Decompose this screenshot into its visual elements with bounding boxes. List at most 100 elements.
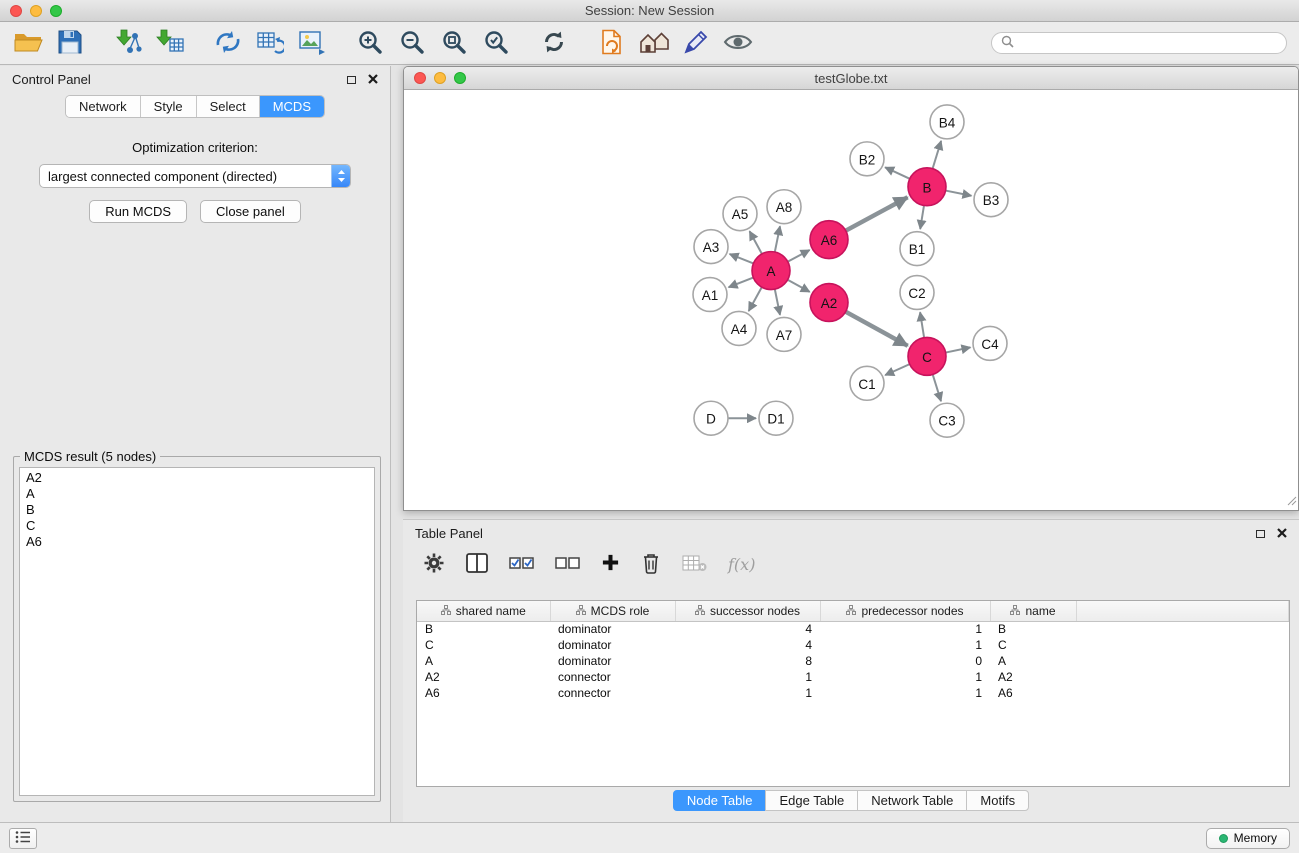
graph-node-label-A: A	[767, 264, 776, 279]
network-minimize-button[interactable]	[434, 72, 446, 84]
apply-style-button[interactable]	[680, 26, 712, 60]
column-header-predecessor-nodes[interactable]: predecessor nodes	[820, 601, 990, 621]
graph-edge-B-B4[interactable]	[933, 141, 942, 169]
graph-node-label-A8: A8	[776, 200, 793, 215]
search-field[interactable]	[991, 32, 1287, 54]
select-all-rows-button[interactable]	[509, 551, 534, 577]
close-panel-button[interactable]: Close panel	[200, 200, 301, 223]
table-settings-button[interactable]	[423, 551, 445, 577]
optimization-select[interactable]: largest connected component (directed)	[39, 164, 351, 188]
graph-edge-A6-B[interactable]	[846, 197, 908, 230]
cell-predecessor-nodes: 1	[820, 685, 990, 701]
graph-edge-B-B2[interactable]	[885, 167, 910, 178]
network-graph[interactable]: B4B2BB3A5A8A6B1A3AC2A1A2A4A7CC4C1C3DD1	[404, 90, 1298, 510]
graph-edge-C-C4[interactable]	[946, 347, 971, 352]
eye-icon	[723, 32, 753, 55]
graph-edge-A-A4[interactable]	[749, 287, 762, 311]
delete-selected-button[interactable]	[641, 551, 661, 577]
mcds-result-item[interactable]: A	[20, 486, 374, 502]
save-session-button[interactable]	[54, 26, 86, 60]
new-network-button[interactable]	[212, 26, 244, 60]
graph-edge-C-C2[interactable]	[920, 312, 924, 337]
tab-edge-table[interactable]: Edge Table	[765, 790, 858, 811]
first-neighbors-button[interactable]	[638, 26, 670, 60]
mcds-result-item[interactable]: B	[20, 502, 374, 518]
close-window-button[interactable]	[10, 5, 22, 17]
search-input[interactable]	[1020, 36, 1277, 51]
mcds-result-item[interactable]: C	[20, 518, 374, 534]
task-history-button[interactable]	[9, 828, 37, 849]
cell-predecessor-nodes: 1	[820, 621, 990, 637]
column-header-successor-nodes[interactable]: successor nodes	[675, 601, 820, 621]
network-window-title: testGlobe.txt	[404, 71, 1298, 86]
graph-edge-B-B3[interactable]	[946, 191, 972, 196]
table-row[interactable]: Cdominator41C	[417, 637, 1289, 653]
graph-node-label-C3: C3	[938, 414, 955, 429]
tab-network-table[interactable]: Network Table	[857, 790, 967, 811]
zoom-out-button[interactable]	[396, 26, 428, 60]
gear-icon	[423, 552, 445, 577]
graph-edge-B-B1[interactable]	[920, 206, 924, 229]
graph-edge-A-A7[interactable]	[775, 289, 780, 315]
graph-edge-A-A1[interactable]	[729, 278, 754, 288]
zoom-fit-button[interactable]	[438, 26, 470, 60]
zoom-in-button[interactable]	[354, 26, 386, 60]
tab-select[interactable]: Select	[197, 96, 260, 117]
column-header-name[interactable]: name	[990, 601, 1076, 621]
function-builder-button[interactable]: f(x)	[728, 551, 755, 577]
unchecked-boxes-icon	[555, 554, 580, 575]
table-row[interactable]: Bdominator41B	[417, 621, 1289, 637]
graph-edge-A2-C[interactable]	[846, 312, 908, 346]
graph-node-label-A5: A5	[732, 207, 749, 222]
close-panel-icon[interactable]	[368, 72, 378, 87]
column-browse-button[interactable]	[466, 551, 488, 577]
open-session-button[interactable]	[12, 26, 44, 60]
network-canvas[interactable]: B4B2BB3A5A8A6B1A3AC2A1A2A4A7CC4C1C3DD1	[404, 90, 1298, 510]
table-row[interactable]: Adominator80A	[417, 653, 1289, 669]
tab-node-table[interactable]: Node Table	[673, 790, 767, 811]
graph-edge-A-A6[interactable]	[788, 250, 810, 262]
tab-motifs[interactable]: Motifs	[966, 790, 1029, 811]
add-button[interactable]	[601, 551, 620, 577]
table-toolbar: f(x)	[403, 543, 1299, 583]
graph-edge-A-A2[interactable]	[788, 280, 810, 292]
column-header-shared-name[interactable]: shared name	[417, 601, 550, 621]
delete-table-button[interactable]	[682, 551, 707, 577]
column-header-label: predecessor nodes	[861, 604, 963, 618]
new-table-button[interactable]	[254, 26, 286, 60]
table-row[interactable]: A2connector11A2	[417, 669, 1289, 685]
tab-style[interactable]: Style	[141, 96, 197, 117]
mcds-result-item[interactable]: A6	[20, 534, 374, 550]
tab-network[interactable]: Network	[66, 96, 141, 117]
export-image-button[interactable]	[296, 26, 328, 60]
graph-node-label-A1: A1	[702, 288, 719, 303]
zoom-window-button[interactable]	[50, 5, 62, 17]
zoom-selected-button[interactable]	[480, 26, 512, 60]
graph-edge-A-A5[interactable]	[750, 231, 762, 254]
memory-button[interactable]: Memory	[1206, 828, 1290, 849]
import-network-button[interactable]	[112, 26, 144, 60]
float-table-panel-icon[interactable]	[1256, 530, 1265, 538]
table-row[interactable]: A6connector11A6	[417, 685, 1289, 701]
refresh-view-button[interactable]	[538, 26, 570, 60]
graph-edge-A-A3[interactable]	[730, 254, 754, 263]
mcds-result-item[interactable]: A2	[20, 470, 374, 486]
network-zoom-button[interactable]	[454, 72, 466, 84]
import-table-button[interactable]	[154, 26, 186, 60]
deselect-all-rows-button[interactable]	[555, 551, 580, 577]
tab-mcds[interactable]: MCDS	[260, 96, 324, 117]
graph-edge-C-C1[interactable]	[885, 364, 910, 375]
close-table-panel-icon[interactable]	[1277, 526, 1287, 541]
column-header-mcds-role[interactable]: MCDS role	[550, 601, 675, 621]
graph-edge-A-A8[interactable]	[775, 226, 780, 252]
show-graphics-details-button[interactable]	[722, 26, 754, 60]
graph-edge-C-C3[interactable]	[933, 374, 941, 401]
resize-grip-icon[interactable]	[1287, 494, 1297, 509]
minimize-window-button[interactable]	[30, 5, 42, 17]
float-panel-icon[interactable]	[347, 76, 356, 84]
network-close-button[interactable]	[414, 72, 426, 84]
run-mcds-button[interactable]: Run MCDS	[89, 200, 187, 223]
mcds-result-list: A2ABCA6	[19, 467, 375, 796]
cell-name: A2	[990, 669, 1076, 685]
open-recent-session-button[interactable]	[596, 26, 628, 60]
